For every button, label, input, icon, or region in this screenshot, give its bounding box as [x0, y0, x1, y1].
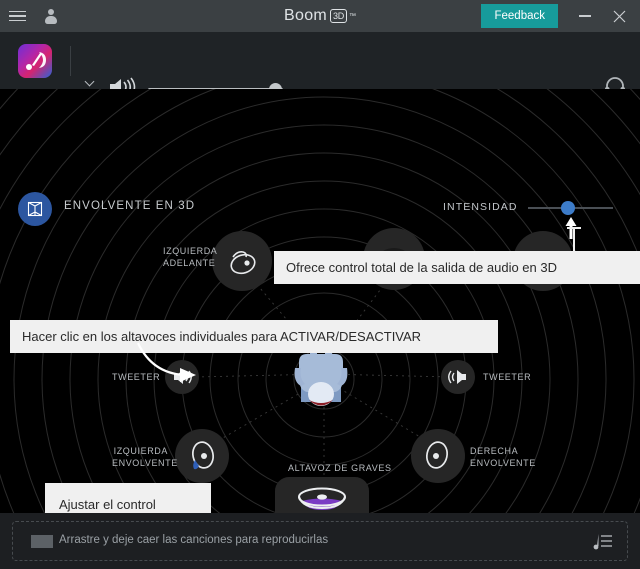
- album-art-placeholder: [31, 535, 53, 548]
- app-3d-badge: 3D: [330, 9, 347, 23]
- song-dropzone[interactable]: Arrastre y deje caer las canciones para …: [12, 521, 628, 561]
- intensity-label: INTENSIDAD: [443, 201, 518, 213]
- callout-speakers: Hacer clic en los altavoces individuales…: [10, 320, 498, 353]
- speaker-front-left-label: IZQUIERDA ADELANTE: [163, 246, 218, 268]
- toolbar: [0, 32, 640, 97]
- speaker-surround-right[interactable]: [411, 429, 465, 483]
- minimize-button[interactable]: [568, 0, 602, 32]
- intensity-slider[interactable]: [528, 201, 613, 215]
- close-icon: [613, 10, 625, 22]
- speaker-surround-left-label: IZQUIERDA ENVOLVENTE: [112, 446, 178, 468]
- surround-3d-badge: [18, 192, 52, 226]
- app-name-label: Boom: [284, 7, 328, 24]
- callout-speakers-arrow-icon: [137, 342, 196, 382]
- close-button[interactable]: [602, 0, 636, 32]
- toolbar-divider: [70, 46, 71, 76]
- callout-bass: Ajustar el control deslizante para bajos…: [45, 483, 211, 513]
- trademark-symbol: ™: [348, 12, 356, 20]
- title-bar: Boom 3D ™ Feedback: [0, 0, 640, 32]
- user-profile-icon: [45, 8, 58, 24]
- intensity-slider-knob[interactable]: [561, 201, 575, 215]
- bottom-bar: Arrastre y deje caer las canciones para …: [0, 513, 640, 569]
- callout-intensity: Ofrece control total de la salida de aud…: [274, 251, 640, 284]
- page-title: ENVOLVENTE EN 3D: [64, 200, 196, 212]
- callout-intensity-stem: [573, 229, 575, 253]
- speaker-surround-left[interactable]: [175, 429, 229, 483]
- hamburger-menu-icon: [8, 10, 26, 22]
- minimize-icon: [579, 15, 591, 17]
- surround-panel: ENVOLVENTE EN 3D INTENSIDAD IZQUIERDA AD…: [0, 89, 640, 513]
- cube-3d-icon: [27, 201, 43, 217]
- feedback-button[interactable]: Feedback: [481, 4, 558, 28]
- speaker-tweeter-right[interactable]: [441, 360, 475, 394]
- chevron-down-icon[interactable]: [86, 78, 95, 87]
- dropzone-label: Arrastre y deje caer las canciones para …: [59, 534, 329, 546]
- background-sound-rings: [0, 89, 640, 513]
- boom3d-window: Boom 3D ™ Feedback ENVOLVENTE EN 3D INTE…: [0, 0, 640, 569]
- speaker-surround-right-label: DERECHA ENVOLVENTE: [470, 446, 536, 468]
- speaker-tweeter-right-label: TWEETER: [483, 372, 532, 382]
- music-note-list-icon[interactable]: [593, 532, 613, 557]
- speaker-subwoofer-label: ALTAVOZ DE GRAVES: [288, 463, 392, 473]
- user-profile-button[interactable]: [34, 0, 68, 32]
- speaker-subwoofer[interactable]: [275, 477, 369, 513]
- speaker-front-left[interactable]: [212, 231, 272, 291]
- boom3d-app-logo[interactable]: [18, 44, 52, 78]
- hamburger-menu-button[interactable]: [0, 0, 34, 32]
